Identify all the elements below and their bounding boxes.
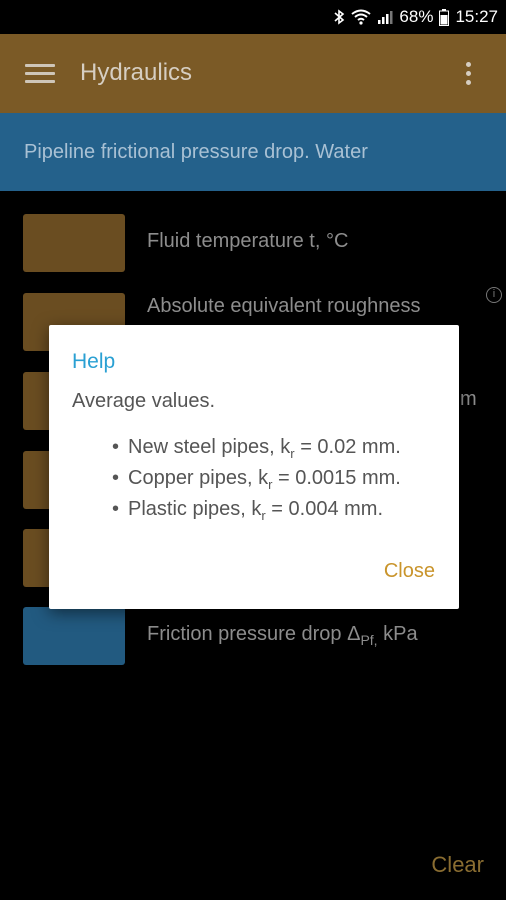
- app-title: Hydraulics: [80, 59, 193, 86]
- battery-percent: 68%: [399, 7, 434, 26]
- dialog-title: Help: [72, 350, 116, 373]
- row-3-label-fragment: m: [460, 388, 477, 410]
- roughness-list: • New steel pipes, kr = 0.02 mm. • Copper …: [112, 436, 401, 529]
- close-button[interactable]: Close: [384, 560, 435, 583]
- roughness-label: Absolute equivalent roughness: [147, 295, 421, 317]
- list-item: • New steel pipes, kr = 0.02 mm.: [112, 436, 401, 461]
- dialog-text: Average values.: [72, 390, 216, 412]
- app-bar: Hydraulics: [0, 34, 506, 113]
- more-options-icon[interactable]: [464, 62, 472, 86]
- wifi-icon: [351, 9, 372, 25]
- pressure-drop-label: Friction pressure drop ΔPf, kPa: [147, 623, 418, 648]
- bluetooth-icon: [333, 9, 345, 25]
- temperature-label: Fluid temperature t, °C: [147, 230, 349, 252]
- list-item: • Plastic pipes, kr = 0.004 mm.: [112, 498, 384, 523]
- signal-icon: [377, 9, 393, 25]
- calculation-banner: Pipeline frictional pressure drop. Water: [0, 113, 506, 191]
- info-icon[interactable]: i: [486, 287, 502, 303]
- calculation-title: Pipeline frictional pressure drop. Water: [24, 141, 368, 163]
- result-row-pressure-drop: Friction pressure drop ΔPf, kPa: [0, 607, 506, 665]
- temperature-input[interactable]: [23, 214, 125, 272]
- clear-button[interactable]: Clear: [431, 852, 484, 878]
- list-item: • Copper pipes, kr = 0.0015 mm.: [112, 467, 401, 492]
- pressure-drop-output: [23, 607, 125, 665]
- battery-icon: [439, 8, 450, 26]
- menu-icon[interactable]: [25, 64, 55, 84]
- input-row-temperature: Fluid temperature t, °C: [0, 214, 506, 272]
- help-dialog: Help Average values. • New steel pipes, k…: [49, 325, 459, 609]
- status-bar: 68% 15:27: [0, 0, 506, 34]
- clock: 15:27: [455, 7, 498, 26]
